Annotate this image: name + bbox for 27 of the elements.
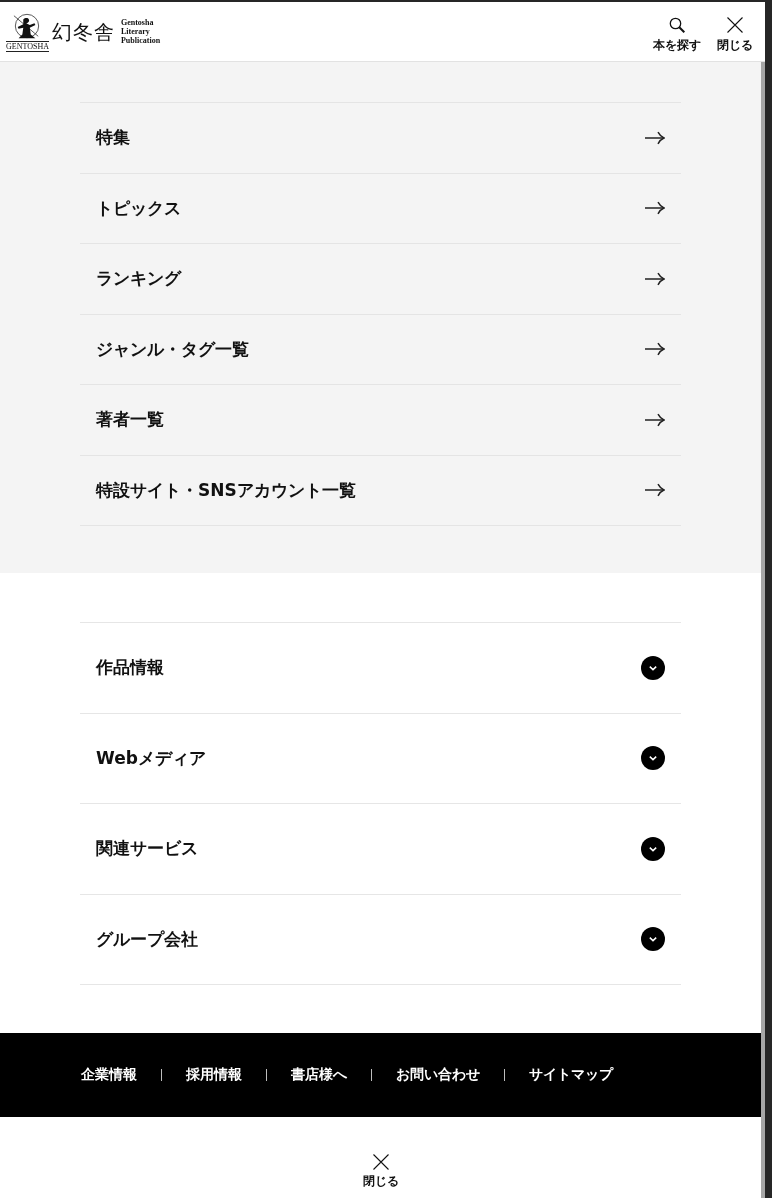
footer-link[interactable]: 採用情報	[186, 1066, 242, 1084]
close-button[interactable]: 閉じる	[717, 17, 753, 52]
footer-link[interactable]: 企業情報	[81, 1066, 137, 1084]
arrow-right-icon	[645, 342, 665, 357]
logo-mark-text: GENTOSHA	[6, 40, 49, 52]
logo-wordmark[interactable]: 幻冬舎	[51, 19, 115, 46]
arrow-right-icon	[645, 271, 665, 286]
close-icon	[727, 17, 743, 33]
scrollbar[interactable]	[761, 62, 765, 1198]
arrow-right-icon	[645, 483, 665, 498]
nav-link[interactable]: トピックス	[80, 172, 681, 243]
arrow-right-icon	[645, 201, 665, 216]
nav-link[interactable]: ランキング	[80, 243, 681, 314]
arrow-right-icon	[645, 130, 665, 145]
footer-link[interactable]: お問い合わせ	[396, 1066, 480, 1084]
nav-link[interactable]: ジャンル・タグ一覧	[80, 313, 681, 384]
nav-link[interactable]: 特設サイト・SNSアカウント一覧	[80, 454, 681, 525]
close-icon	[372, 1154, 389, 1170]
search-button[interactable]: 本を探す	[653, 17, 701, 52]
arrow-right-icon	[645, 412, 665, 427]
nav-link[interactable]: 著者一覧	[80, 384, 681, 455]
close-button[interactable]: 閉じる	[362, 1154, 399, 1188]
logo-tagline: Gentosha Literary Publication	[120, 18, 161, 45]
footer-link[interactable]: 書店様へ	[291, 1066, 347, 1084]
nav-link[interactable]: 特集	[80, 102, 681, 173]
search-icon	[669, 17, 685, 33]
footer-link[interactable]: サイトマップ	[529, 1066, 613, 1084]
